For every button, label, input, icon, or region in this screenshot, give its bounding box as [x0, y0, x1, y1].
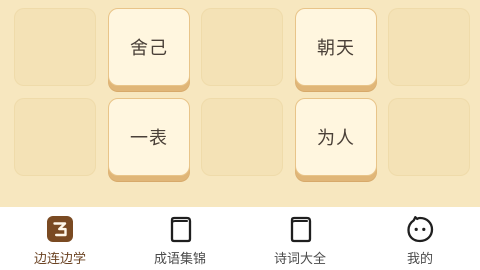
board-tile-empty[interactable]: [14, 98, 96, 176]
board-tile[interactable]: 朝天: [295, 8, 377, 86]
tab-cheng-yu-ji-jin[interactable]: 成语集锦: [120, 207, 240, 270]
tab-label: 我的: [406, 252, 433, 267]
board-tile[interactable]: 舍己: [108, 8, 190, 86]
board-tile-empty[interactable]: [201, 98, 283, 176]
tab-label: 边连边学: [33, 252, 86, 267]
board-tile[interactable]: 为人: [295, 98, 377, 176]
tab-lian-lian-bian-xue[interactable]: 边连边学: [0, 207, 120, 270]
board-tile-text: 朝天: [317, 38, 355, 59]
tab-shi-ci-da-quan[interactable]: 诗词大全: [240, 207, 360, 270]
bottom-tab-bar: 边连边学 成语集锦 诗词大全 我的: [0, 207, 480, 270]
board-tile-empty[interactable]: [388, 98, 470, 176]
book-icon: [165, 214, 195, 244]
tab-label: 诗词大全: [273, 252, 326, 267]
board-tile-text: 一表: [130, 128, 168, 149]
tab-wo-de[interactable]: 我的: [360, 207, 480, 270]
book-icon: [285, 214, 315, 244]
board-tile-empty[interactable]: [14, 8, 96, 86]
board-tile-text: 舍己: [130, 38, 168, 59]
lian-badge-icon: [45, 214, 75, 244]
board-tile-empty[interactable]: [201, 8, 283, 86]
app-root: 舍己 朝天 一表 为人 边连边学 成语集锦 诗词大全 我的: [0, 0, 480, 270]
game-board: 舍己 朝天 一表 为人: [0, 0, 480, 207]
face-icon: [405, 214, 435, 244]
board-tile-text: 为人: [317, 128, 355, 149]
board-tile[interactable]: 一表: [108, 98, 190, 176]
board-tile-empty[interactable]: [388, 8, 470, 86]
tab-label: 成语集锦: [153, 252, 206, 267]
